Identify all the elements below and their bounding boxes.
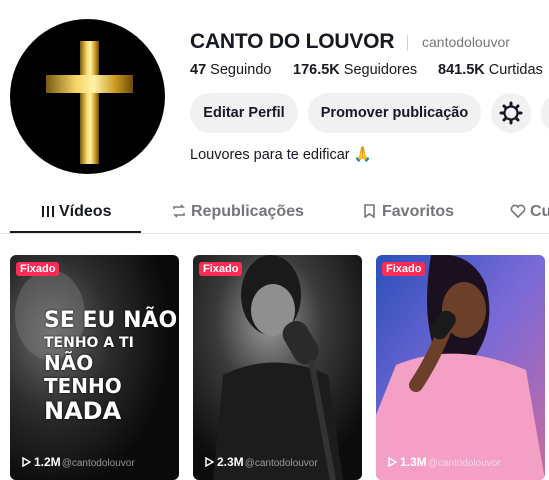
pinned-badge: Fixado xyxy=(382,262,426,276)
caption-line: NÃO xyxy=(44,351,94,375)
tab-reposts[interactable]: Republicações xyxy=(171,203,304,221)
watermark: @cantodolouvor xyxy=(244,458,318,469)
cross-icon xyxy=(46,41,133,164)
profile-avatar[interactable] xyxy=(10,19,165,174)
tabs-divider xyxy=(0,233,549,234)
settings-button[interactable] xyxy=(491,93,531,133)
edit-profile-button[interactable]: Editar Perfil xyxy=(190,93,298,133)
video-thumbnail xyxy=(193,255,362,480)
play-icon xyxy=(388,456,398,468)
video-caption-overlay: SE EU NÃO TENHO A TI NÃO TENHO NADA xyxy=(44,308,178,425)
followers-stat[interactable]: 176.5K Seguidores xyxy=(293,62,417,78)
profile-tabs: Vídeos Republicações Favoritos Cu xyxy=(0,195,549,235)
view-count-value: 1.3M xyxy=(400,455,427,469)
view-count: 1.3M@cantodolouvor xyxy=(388,455,501,469)
following-count: 47 xyxy=(190,62,207,78)
profile-bio: Louvores para te edificar 🙏 xyxy=(190,147,372,163)
play-icon xyxy=(22,456,32,468)
followers-label: Seguidores xyxy=(343,62,418,78)
name-divider xyxy=(407,35,408,51)
share-button[interactable] xyxy=(541,93,549,133)
active-tab-indicator xyxy=(10,231,141,233)
repost-icon xyxy=(173,204,185,218)
view-count: 1.2M@cantodolouvor xyxy=(22,455,135,469)
likes-count: 841.5K xyxy=(438,62,485,78)
grid-bars-icon xyxy=(42,206,54,217)
following-stat[interactable]: 47 Seguindo xyxy=(190,62,271,78)
following-label: Seguindo xyxy=(210,62,272,78)
likes-label: Curtidas xyxy=(488,62,543,78)
likes-stat: 841.5K Curtidas xyxy=(438,62,543,78)
caption-line: NADA xyxy=(44,397,122,425)
watermark: @cantodolouvor xyxy=(61,458,135,469)
promote-post-button[interactable]: Promover publicação xyxy=(308,93,481,133)
bookmark-icon xyxy=(364,204,375,219)
gear-icon xyxy=(499,101,523,125)
caption-line: SE EU NÃO xyxy=(44,308,178,333)
tab-videos[interactable]: Vídeos xyxy=(41,203,111,221)
tab-liked[interactable]: Cu xyxy=(510,203,549,221)
tab-liked-label: Cu xyxy=(530,203,549,220)
username: cantodolouvor xyxy=(422,34,510,50)
video-card[interactable]: SE EU NÃO TENHO A TI NÃO TENHO NADA Fixa… xyxy=(10,255,179,480)
pinned-badge: Fixado xyxy=(199,262,243,276)
heart-icon xyxy=(510,204,526,219)
caption-line: TENHO xyxy=(44,374,122,398)
tab-favorites[interactable]: Favoritos xyxy=(362,203,454,221)
watermark: @cantodolouvor xyxy=(427,458,501,469)
play-icon xyxy=(205,456,215,468)
video-card[interactable]: Fixado 1.3M@cantodolouvor xyxy=(376,255,545,480)
view-count-value: 1.2M xyxy=(34,455,61,469)
video-card[interactable]: Fixado 2.3M@cantodolouvor xyxy=(193,255,362,480)
pinned-badge: Fixado xyxy=(16,262,60,276)
tab-videos-label: Vídeos xyxy=(59,203,112,220)
tab-favorites-label: Favoritos xyxy=(382,203,455,220)
video-thumbnail xyxy=(376,255,545,480)
caption-line: TENHO A TI xyxy=(44,335,134,351)
tab-reposts-label: Republicações xyxy=(191,203,304,220)
followers-count: 176.5K xyxy=(293,62,340,78)
display-name: CANTO DO LOUVOR xyxy=(190,30,395,53)
view-count-value: 2.3M xyxy=(217,455,244,469)
view-count: 2.3M@cantodolouvor xyxy=(205,455,318,469)
